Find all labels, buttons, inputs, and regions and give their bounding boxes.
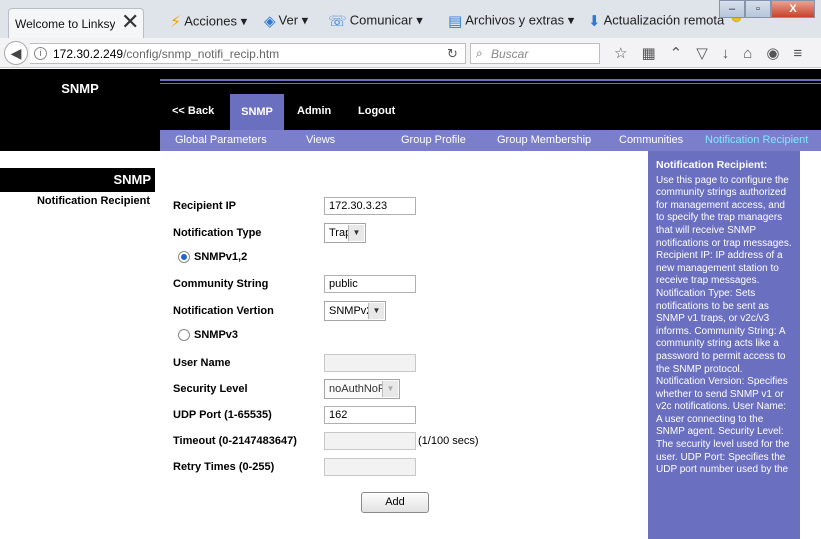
maximize-icon[interactable]: ▫ (745, 0, 771, 18)
help-title: Notification Recipient: (656, 159, 768, 171)
udp-port-label: UDP Port (1-65535) (173, 409, 272, 421)
header-left: SNMP (0, 69, 160, 151)
sidebar-heading: SNMP (0, 168, 155, 192)
user-name-input[interactable] (324, 354, 416, 372)
chevron-down-icon: ▼ (348, 225, 364, 241)
ver-menu[interactable]: ◈ Ver ▾ (264, 12, 308, 30)
timeout-input[interactable] (324, 432, 416, 450)
menu-icon[interactable]: ≡ (793, 45, 802, 62)
header-divider-thin (160, 83, 821, 84)
chevron-down-icon: ▼ (382, 381, 398, 397)
tab-close-icon[interactable]: ✕ (121, 11, 139, 33)
main-nav: << Back SNMP Admin Logout (160, 94, 821, 130)
eye-icon: ◈ (264, 13, 276, 30)
address-bar-row: ◀ i 172.30.2.249/config/snmp_notifi_reci… (0, 38, 821, 68)
url-bar[interactable]: i 172.30.2.249/config/snmp_notifi_recip.… (30, 43, 466, 64)
security-level-label: Security Level (173, 383, 248, 395)
search-icon: ⌕ (476, 46, 483, 60)
recipient-ip-label: Recipient IP (173, 200, 236, 212)
close-window-icon[interactable]: X (771, 0, 815, 18)
tab-communities[interactable]: Communities (619, 134, 683, 146)
udp-port-input[interactable] (324, 406, 416, 424)
notification-version-label: Notification Vertion (173, 305, 274, 317)
community-string-input[interactable] (324, 275, 416, 293)
comunicar-menu[interactable]: ☏ Comunicar ▾ (328, 12, 423, 30)
archivos-menu[interactable]: ▤ Archivos y extras ▾ (448, 12, 574, 30)
nav-snmp[interactable]: SNMP (230, 94, 284, 130)
info-icon[interactable]: i (34, 47, 47, 60)
notification-type-label: Notification Type (173, 227, 262, 239)
lightning-icon: ⚡ (170, 14, 182, 31)
left-sidebar: SNMP Notification Recipient (0, 151, 160, 539)
url-text: 172.30.2.249/config/snmp_notifi_recip.ht… (53, 47, 280, 61)
minimize-icon[interactable]: – (719, 0, 745, 18)
retry-times-input[interactable] (324, 458, 416, 476)
chat-icon[interactable]: ◉ (766, 45, 779, 62)
help-panel: Notification Recipient: Use this page to… (648, 151, 800, 539)
browser-tab-bar: Welcome to Linksys Mana ✕ ⚡Acciones ▾ ◈V… (0, 0, 821, 38)
page-right-margin (800, 151, 821, 539)
tab-group-profile[interactable]: Group Profile (401, 134, 466, 146)
chevron-down-icon: ▼ (368, 303, 384, 319)
search-placeholder: Buscar (491, 47, 529, 61)
form-panel: Recipient IP Notification Type Traps ▼ S… (160, 151, 648, 539)
browser-tab[interactable]: Welcome to Linksys Mana ✕ (8, 8, 144, 38)
snmpv3-label: SNMPv3 (194, 329, 239, 341)
snmpv3-radio[interactable] (178, 329, 190, 341)
security-level-select[interactable]: noAuthNoPriv ▼ (324, 379, 400, 399)
snmpv12-label: SNMPv1,2 (194, 251, 248, 263)
tab-notification-recipient[interactable]: Notification Recipient (705, 134, 808, 146)
pocket-icon[interactable]: ▽ (696, 45, 708, 62)
download-arrow-icon[interactable]: ↓ (722, 45, 730, 62)
snmpv12-radio[interactable] (178, 251, 190, 263)
phone-icon: ☏ (328, 13, 347, 30)
back-arrow-icon[interactable]: ◀ (4, 41, 28, 65)
header-right: << Back SNMP Admin Logout Global Paramet… (160, 69, 821, 151)
community-string-label: Community String (173, 278, 269, 290)
chevron-up-icon[interactable]: ⌃ (670, 45, 683, 62)
bookmark-star-icon[interactable]: ☆ (614, 45, 627, 62)
tab-group-membership[interactable]: Group Membership (497, 134, 591, 146)
browser-toolbar-icons: ☆ ▦ ⌃ ▽ ↓ ⌂ ◉ ≡ (614, 44, 816, 62)
recipient-ip-input[interactable] (324, 197, 416, 215)
nav-logout[interactable]: Logout (358, 105, 395, 117)
tab-title: Welcome to Linksys Mana (15, 17, 115, 31)
tab-views[interactable]: Views (306, 134, 335, 146)
sidebar-item-notification-recipient[interactable]: Notification Recipient (37, 195, 150, 207)
timeout-label: Timeout (0-2147483647) (173, 435, 297, 447)
window-controls: – ▫ X (719, 0, 815, 20)
sub-nav: Global Parameters Views Group Profile Gr… (160, 130, 821, 151)
grid-icon[interactable]: ▦ (641, 45, 655, 62)
timeout-unit: (1/100 secs) (418, 435, 479, 447)
add-button[interactable]: Add (361, 492, 429, 513)
router-page: SNMP << Back SNMP Admin Logout Global Pa… (0, 69, 821, 539)
header-divider (160, 79, 821, 81)
download-icon: ⬇ (588, 13, 601, 30)
home-icon[interactable]: ⌂ (743, 45, 752, 62)
file-icon: ▤ (448, 13, 463, 30)
retry-times-label: Retry Times (0-255) (173, 461, 275, 473)
actualizacion-button[interactable]: ⬇ Actualización remota (588, 12, 724, 30)
help-text: Use this page to configure the community… (656, 174, 792, 476)
notification-version-select[interactable]: SNMPv2c ▼ (324, 301, 386, 321)
reload-icon[interactable]: ↻ (447, 46, 458, 62)
acciones-menu[interactable]: ⚡ Acciones ▾ (170, 12, 247, 32)
search-input[interactable]: ⌕ Buscar (470, 43, 600, 64)
nav-back[interactable]: << Back (172, 105, 214, 117)
user-name-label: User Name (173, 357, 231, 369)
nav-admin[interactable]: Admin (297, 105, 331, 117)
notification-type-select[interactable]: Traps ▼ (324, 223, 366, 243)
tab-global-parameters[interactable]: Global Parameters (175, 134, 267, 146)
header-section-title: SNMP (61, 81, 99, 96)
